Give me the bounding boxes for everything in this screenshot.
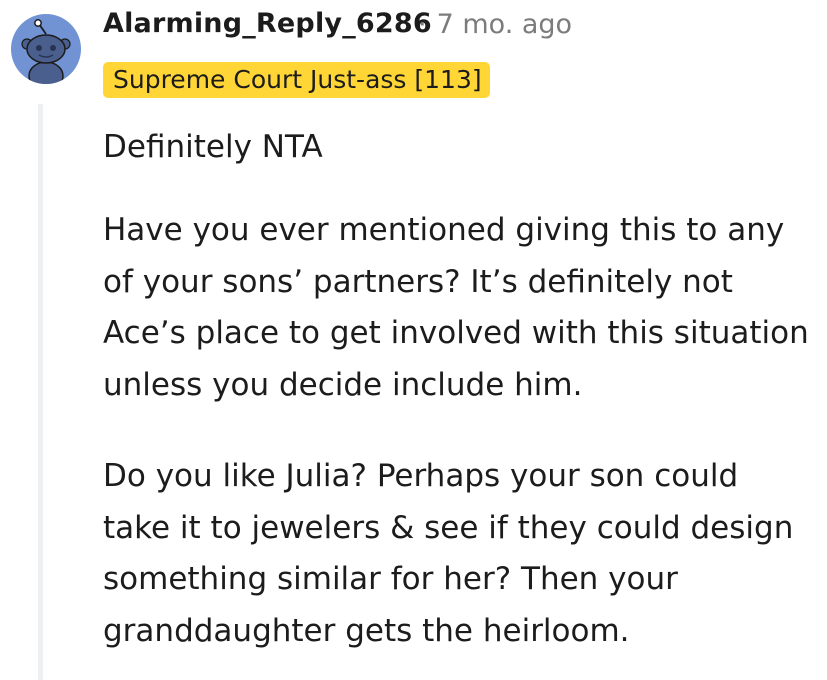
comment-author[interactable]: Alarming_Reply_6286 <box>103 8 432 39</box>
thread-collapse-line[interactable] <box>38 104 43 680</box>
comment-timestamp[interactable]: 7 mo. ago <box>437 9 572 40</box>
comment-paragraph: Do you like Julia? Perhaps your son coul… <box>103 458 794 649</box>
comment-meta: · 7 mo. ago <box>418 9 572 40</box>
reddit-snoo-avatar-icon[interactable] <box>11 14 81 84</box>
comment-paragraph: Have you ever mentioned giving this to a… <box>103 212 809 403</box>
comment-body: Definitely NTA Have you ever mentioned g… <box>103 124 813 680</box>
comment: Alarming_Reply_6286 · 7 mo. ago Supreme C… <box>0 0 827 680</box>
meta-separator: · <box>418 9 427 40</box>
user-flair: Supreme Court Just-ass [113] <box>103 62 490 98</box>
comment-paragraph: Definitely NTA <box>103 129 323 165</box>
